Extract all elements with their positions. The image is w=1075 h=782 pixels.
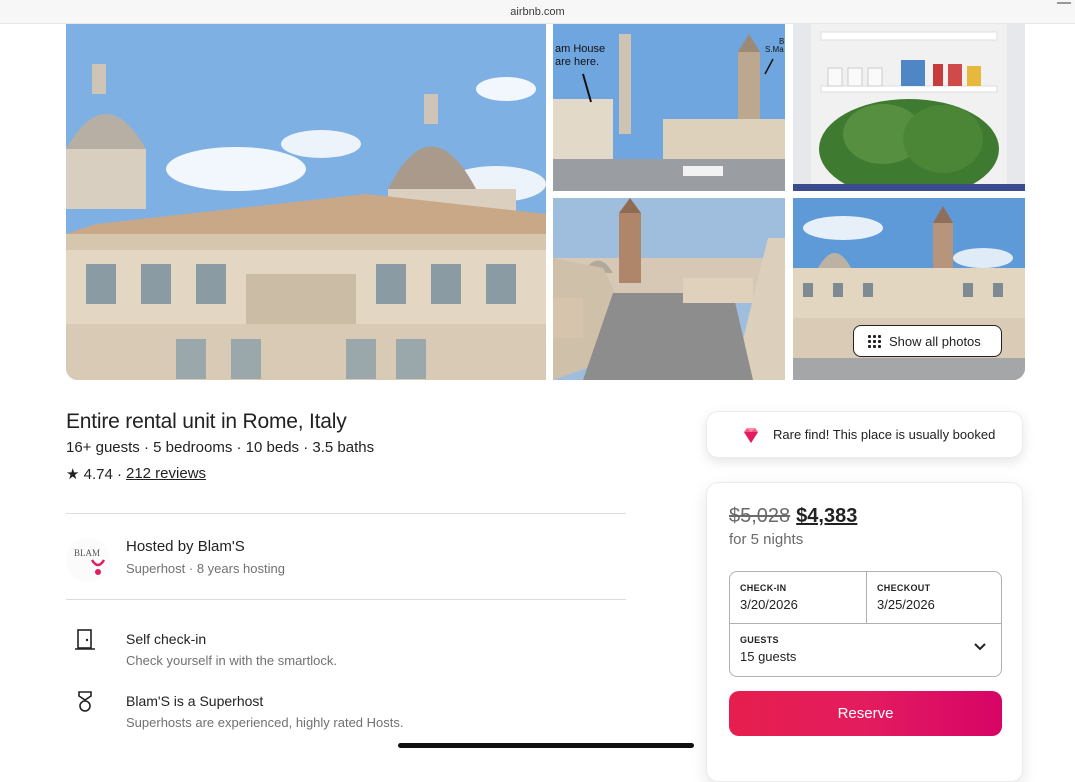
guests-label: GUESTS bbox=[740, 635, 779, 645]
photo2-caption-b: are here. bbox=[555, 56, 599, 68]
superhost-medal-icon bbox=[78, 691, 92, 712]
divider bbox=[66, 513, 626, 514]
checkin-field[interactable]: CHECK-IN 3/20/2026 bbox=[740, 583, 798, 612]
nights-label: for 5 nights bbox=[729, 531, 804, 548]
photo-square-column[interactable]: am House are here. B S.Ma bbox=[553, 24, 785, 191]
rare-find-banner: Rare find! This place is usually booked bbox=[706, 411, 1023, 458]
feature-desc-self-checkin: Check yourself in with the smartlock. bbox=[126, 653, 337, 668]
photo2-caption-a: am House bbox=[555, 43, 605, 55]
main-photo[interactable] bbox=[66, 24, 546, 380]
checkout-value: 3/25/2026 bbox=[877, 597, 935, 612]
divider bbox=[66, 599, 626, 600]
door-icon bbox=[75, 629, 95, 650]
guests-field[interactable]: GUESTS 15 guests bbox=[740, 635, 796, 664]
host-meta: Superhost · 8 years hosting bbox=[126, 561, 285, 576]
rating-value: ★ 4.74 · bbox=[66, 466, 122, 483]
host-logo-text: BLAM bbox=[74, 548, 101, 558]
checkout-field[interactable]: CHECKOUT 3/25/2026 bbox=[877, 583, 935, 612]
checkin-label: CHECK-IN bbox=[740, 583, 787, 593]
window-control-icon bbox=[1057, 2, 1071, 4]
show-all-photos-label: Show all photos bbox=[889, 333, 981, 349]
booking-card: $5,028 $4,383 for 5 nights CHECK-IN 3/20… bbox=[706, 482, 1023, 782]
checkout-label: CHECKOUT bbox=[877, 583, 931, 593]
checkin-value: 3/20/2026 bbox=[740, 597, 798, 612]
price-row: $5,028 $4,383 bbox=[729, 505, 857, 528]
original-price: $5,028 bbox=[729, 505, 791, 527]
rare-find-text: Rare find! This place is usually booked bbox=[773, 427, 996, 442]
reserve-button[interactable]: Reserve bbox=[729, 691, 1002, 736]
address-bar[interactable]: airbnb.com bbox=[0, 0, 1075, 24]
host-logo-icon bbox=[90, 559, 106, 575]
host-name: Hosted by Blam'S bbox=[126, 538, 245, 555]
guests-value: 15 guests bbox=[740, 649, 797, 664]
photo-piazza-aerial[interactable] bbox=[553, 198, 785, 380]
photo-interior-plants[interactable] bbox=[793, 24, 1025, 191]
photo2-caption-d: S.Ma bbox=[765, 45, 784, 54]
grid-icon bbox=[868, 334, 881, 348]
reviews-link[interactable]: 212 reviews bbox=[126, 465, 206, 483]
feature-title-superhost: Blam'S is a Superhost bbox=[126, 693, 264, 709]
rating-row: ★ 4.74 · 212 reviews bbox=[66, 465, 206, 483]
feature-desc-superhost: Superhosts are experienced, highly rated… bbox=[126, 715, 404, 730]
show-all-photos-button[interactable]: Show all photos bbox=[853, 325, 1002, 357]
listing-summary: 16+ guests · 5 bedrooms · 10 beds · 3.5 … bbox=[66, 439, 375, 456]
diamond-icon bbox=[744, 427, 758, 443]
host-avatar[interactable]: BLAM bbox=[66, 538, 110, 582]
chevron-down-icon[interactable] bbox=[973, 642, 987, 652]
listing-title: Entire rental unit in Rome, Italy bbox=[66, 410, 347, 433]
discounted-price[interactable]: $4,383 bbox=[796, 505, 857, 528]
date-divider bbox=[866, 572, 867, 624]
feature-title-self-checkin: Self check-in bbox=[126, 631, 207, 647]
url-text: airbnb.com bbox=[510, 5, 565, 18]
trip-details-box: CHECK-IN 3/20/2026 CHECKOUT 3/25/2026 GU… bbox=[729, 571, 1002, 677]
home-indicator bbox=[398, 743, 694, 748]
